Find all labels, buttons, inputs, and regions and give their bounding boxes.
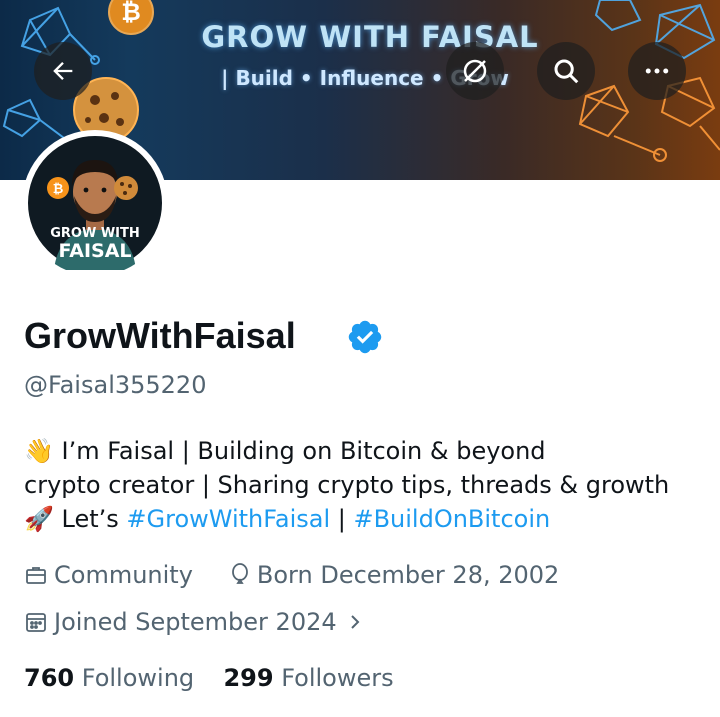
following-label: Following: [81, 664, 195, 692]
bio-line-3: 🚀 Let’s #GrowWithFaisal | #BuildOnBitcoi…: [24, 502, 714, 536]
hashtag-link-growwithfaisal[interactable]: #GrowWithFaisal: [126, 505, 330, 533]
profile-avatar[interactable]: ₿ GROW WITH FAISAL: [22, 130, 168, 276]
briefcase-icon: [24, 563, 48, 587]
balloon-icon: [229, 563, 251, 587]
banner-title: GROW WITH FAISAL: [201, 20, 539, 54]
arrow-left-icon: [53, 62, 73, 80]
search-icon: [554, 59, 579, 84]
profile-bio: 👋 I’m Faisal | Building on Bitcoin & bey…: [24, 434, 714, 536]
profile-category: Community: [54, 561, 193, 589]
profile-joined-row[interactable]: Joined September 2024: [24, 608, 369, 636]
profile-birthday: Born December 28, 2002: [256, 561, 560, 589]
bio-separator: |: [330, 505, 354, 533]
calendar-icon: [24, 610, 48, 634]
more-options-button[interactable]: [628, 42, 686, 100]
display-name: GrowWithFaisal: [24, 315, 296, 356]
bio-line-1: 👋 I’m Faisal | Building on Bitcoin & bey…: [24, 437, 546, 465]
followers-label: Followers: [281, 664, 394, 692]
profile-meta-row: Community Born December 28, 2002: [24, 561, 559, 589]
followers-link[interactable]: 299 Followers: [223, 664, 393, 692]
chevron-right-icon: [347, 612, 363, 632]
mute-button[interactable]: [446, 42, 504, 100]
verified-badge[interactable]: [346, 318, 384, 360]
verified-check-icon: [348, 320, 382, 354]
bio-line-3-prefix: 🚀 Let’s: [24, 505, 127, 533]
followers-count: 299: [223, 664, 274, 692]
hashtag-link-buildonbitcoin[interactable]: #BuildOnBitcoin: [353, 505, 550, 533]
svg-text:₿: ₿: [53, 182, 64, 197]
banner-subtitle: | Build • Influence • Grow: [221, 66, 509, 90]
avatar-label-line2: FAISAL: [58, 240, 132, 262]
following-link[interactable]: 760 Following: [24, 664, 194, 692]
avatar-label-line1: GROW WITH: [50, 226, 140, 241]
search-button[interactable]: [537, 42, 595, 100]
slashed-circle-icon: [463, 59, 487, 83]
profile-joined-date: Joined September 2024: [54, 608, 337, 636]
follow-counts: 760 Following 299 Followers: [24, 664, 394, 692]
more-horizontal-icon: [645, 68, 669, 74]
bio-line-2: crypto creator | Sharing crypto tips, th…: [24, 471, 670, 499]
back-button[interactable]: [34, 42, 92, 100]
following-count: 760: [24, 664, 75, 692]
user-handle: @Faisal355220: [24, 371, 207, 399]
